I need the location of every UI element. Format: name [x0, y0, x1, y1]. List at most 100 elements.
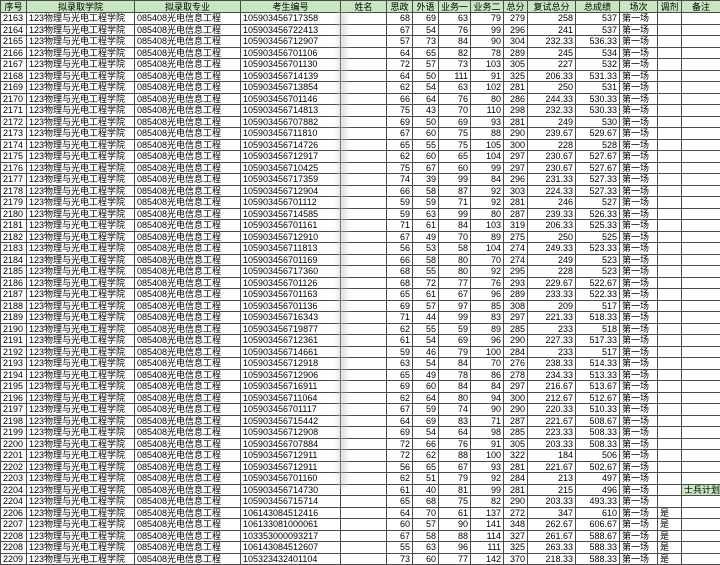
cell-session: 第一场 [620, 519, 658, 531]
cell-subject2: 103 [471, 220, 504, 232]
cell-language: 57 [413, 300, 439, 312]
cell-subject1: 84 [439, 36, 471, 48]
cell-language: 49 [413, 231, 439, 243]
table-row: 2203123物理与光电工程学院085408光电信息工程105903456701… [1, 473, 720, 485]
cell-name [341, 185, 387, 197]
cell-retest-total: 221.67 [528, 415, 576, 427]
table-row: 2172123物理与光电工程学院085408光电信息工程105903456707… [1, 116, 720, 128]
cell-major: 085408光电信息工程 [135, 289, 241, 301]
cell-index: 2170 [1, 93, 27, 105]
cell-subject2: 84 [471, 174, 504, 186]
cell-index: 2197 [1, 404, 27, 416]
cell-transfer [658, 335, 682, 347]
cell-major: 085408光电信息工程 [135, 300, 241, 312]
cell-language: 55 [413, 139, 439, 151]
cell-name [341, 254, 387, 266]
cell-politics: 64 [387, 47, 413, 59]
col-header-politics: 思政 [387, 1, 413, 13]
cell-total: 300 [504, 392, 528, 404]
cell-final-score: 523.33 [576, 243, 620, 255]
cell-retest-total: 246 [528, 197, 576, 209]
table-row: 2209123物理与光电工程学院085408光电信息工程105323432401… [1, 553, 720, 565]
cell-exam-id: 105903456716911 [241, 381, 341, 393]
cell-subject2: 93 [471, 461, 504, 473]
cell-session: 第一场 [620, 300, 658, 312]
cell-name [341, 519, 387, 531]
cell-final-score: 529.67 [576, 128, 620, 140]
cell-exam-id: 105903456701169 [241, 254, 341, 266]
cell-name [341, 381, 387, 393]
cell-language: 63 [413, 542, 439, 554]
cell-politics: 56 [387, 461, 413, 473]
cell-index: 2203 [1, 473, 27, 485]
cell-transfer: 是 [658, 507, 682, 519]
cell-subject2: 105 [471, 139, 504, 151]
cell-college: 123物理与光电工程学院 [27, 519, 135, 531]
cell-subject1: 80 [439, 254, 471, 266]
cell-total: 325 [504, 542, 528, 554]
cell-final-score: 497 [576, 473, 620, 485]
cell-session: 第一场 [620, 392, 658, 404]
cell-subject2: 83 [471, 312, 504, 324]
cell-transfer [658, 484, 682, 496]
cell-subject1: 80 [439, 392, 471, 404]
cell-subject2: 100 [471, 450, 504, 462]
cell-session: 第一场 [620, 358, 658, 370]
table-row: 2188123物理与光电工程学院085408光电信息工程105903456701… [1, 300, 720, 312]
cell-final-score: 502.67 [576, 461, 620, 473]
cell-session: 第一场 [620, 346, 658, 358]
cell-politics: 65 [387, 369, 413, 381]
cell-subject1: 58 [439, 243, 471, 255]
cell-language: 49 [413, 369, 439, 381]
cell-subject1: 84 [439, 381, 471, 393]
cell-language: 39 [413, 174, 439, 186]
cell-subject2: 79 [471, 13, 504, 25]
cell-session: 第一场 [620, 116, 658, 128]
cell-index: 2202 [1, 461, 27, 473]
cell-politics: 64 [387, 507, 413, 519]
cell-college: 123物理与光电工程学院 [27, 496, 135, 508]
cell-index: 2177 [1, 174, 27, 186]
cell-retest-total: 232.33 [528, 105, 576, 117]
cell-subject2: 98 [471, 427, 504, 439]
cell-transfer [658, 312, 682, 324]
cell-exam-id: 105903456712904 [241, 185, 341, 197]
cell-language: 57 [413, 59, 439, 71]
cell-major: 085408光电信息工程 [135, 151, 241, 163]
cell-retest-total: 245 [528, 47, 576, 59]
cell-subject2: 104 [471, 151, 504, 163]
cell-subject1: 80 [439, 266, 471, 278]
cell-language: 58 [413, 185, 439, 197]
cell-retest-total: 249.33 [528, 243, 576, 255]
cell-exam-id: 105903456717358 [241, 13, 341, 25]
col-header-transfer: 调剂 [658, 1, 682, 13]
table-row: 2199123物理与光电工程学院085408光电信息工程105903456712… [1, 427, 720, 439]
cell-transfer [658, 47, 682, 59]
cell-remark [682, 128, 720, 140]
cell-index: 2184 [1, 254, 27, 266]
cell-major: 085408光电信息工程 [135, 266, 241, 278]
cell-retest-total: 233 [528, 323, 576, 335]
cell-transfer [658, 93, 682, 105]
cell-major: 085408光电信息工程 [135, 461, 241, 473]
cell-index: 2201 [1, 450, 27, 462]
cell-exam-id: 105903456701106 [241, 47, 341, 59]
cell-transfer [658, 289, 682, 301]
cell-subject1: 76 [439, 438, 471, 450]
cell-politics: 64 [387, 415, 413, 427]
table-row: 2165123物理与光电工程学院085408光电信息工程105903456712… [1, 36, 720, 48]
cell-session: 第一场 [620, 208, 658, 220]
cell-retest-total: 216.67 [528, 381, 576, 393]
cell-session: 第一场 [620, 70, 658, 82]
cell-index: 2207 [1, 519, 27, 531]
cell-remark [682, 93, 720, 105]
cell-major: 085408光电信息工程 [135, 254, 241, 266]
cell-major: 085408光电信息工程 [135, 473, 241, 485]
cell-subject2: 80 [471, 93, 504, 105]
cell-remark [682, 277, 720, 289]
cell-college: 123物理与光电工程学院 [27, 507, 135, 519]
table-row: 2178123物理与光电工程学院085408光电信息工程105903456712… [1, 185, 720, 197]
cell-politics: 71 [387, 312, 413, 324]
cell-total: 281 [504, 116, 528, 128]
cell-language: 55 [413, 323, 439, 335]
